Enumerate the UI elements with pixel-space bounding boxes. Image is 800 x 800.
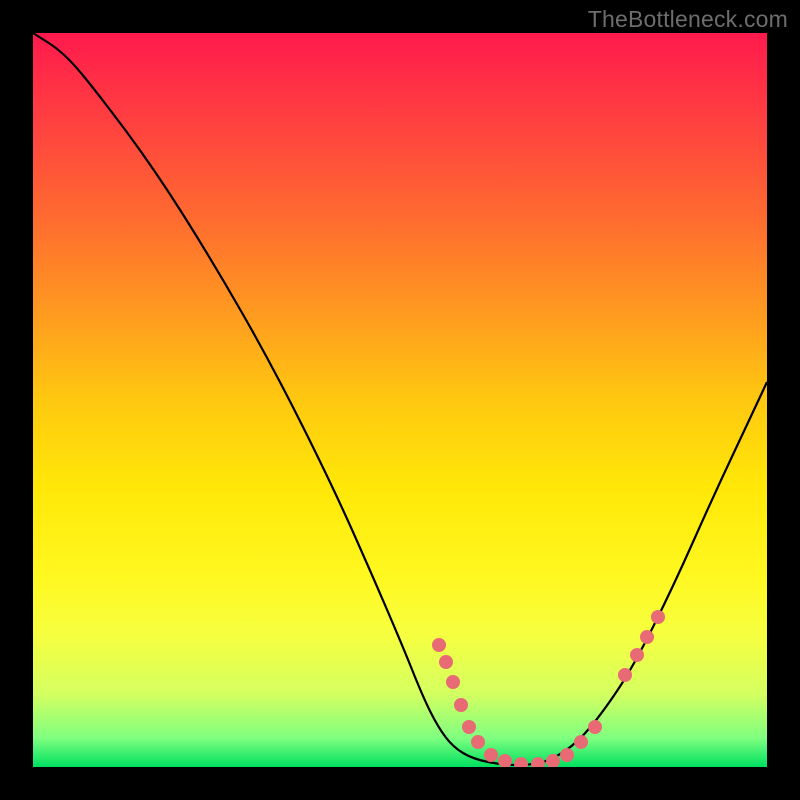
chart-container: TheBottleneck.com (0, 0, 800, 800)
plot-area (33, 33, 767, 767)
data-marker (588, 720, 602, 734)
data-marker (498, 754, 512, 767)
data-marker (462, 720, 476, 734)
data-marker (471, 735, 485, 749)
data-marker (560, 748, 574, 762)
data-marker (531, 757, 545, 767)
data-marker (446, 675, 460, 689)
data-marker (618, 668, 632, 682)
data-marker (439, 655, 453, 669)
data-marker (432, 638, 446, 652)
attribution-text: TheBottleneck.com (588, 6, 788, 33)
data-marker (630, 648, 644, 662)
data-marker (651, 610, 665, 624)
data-marker (514, 757, 528, 767)
data-marker (574, 735, 588, 749)
chart-svg (33, 33, 767, 767)
curve-path (33, 33, 767, 765)
data-marker (454, 698, 468, 712)
data-marker (484, 748, 498, 762)
data-marker (640, 630, 654, 644)
